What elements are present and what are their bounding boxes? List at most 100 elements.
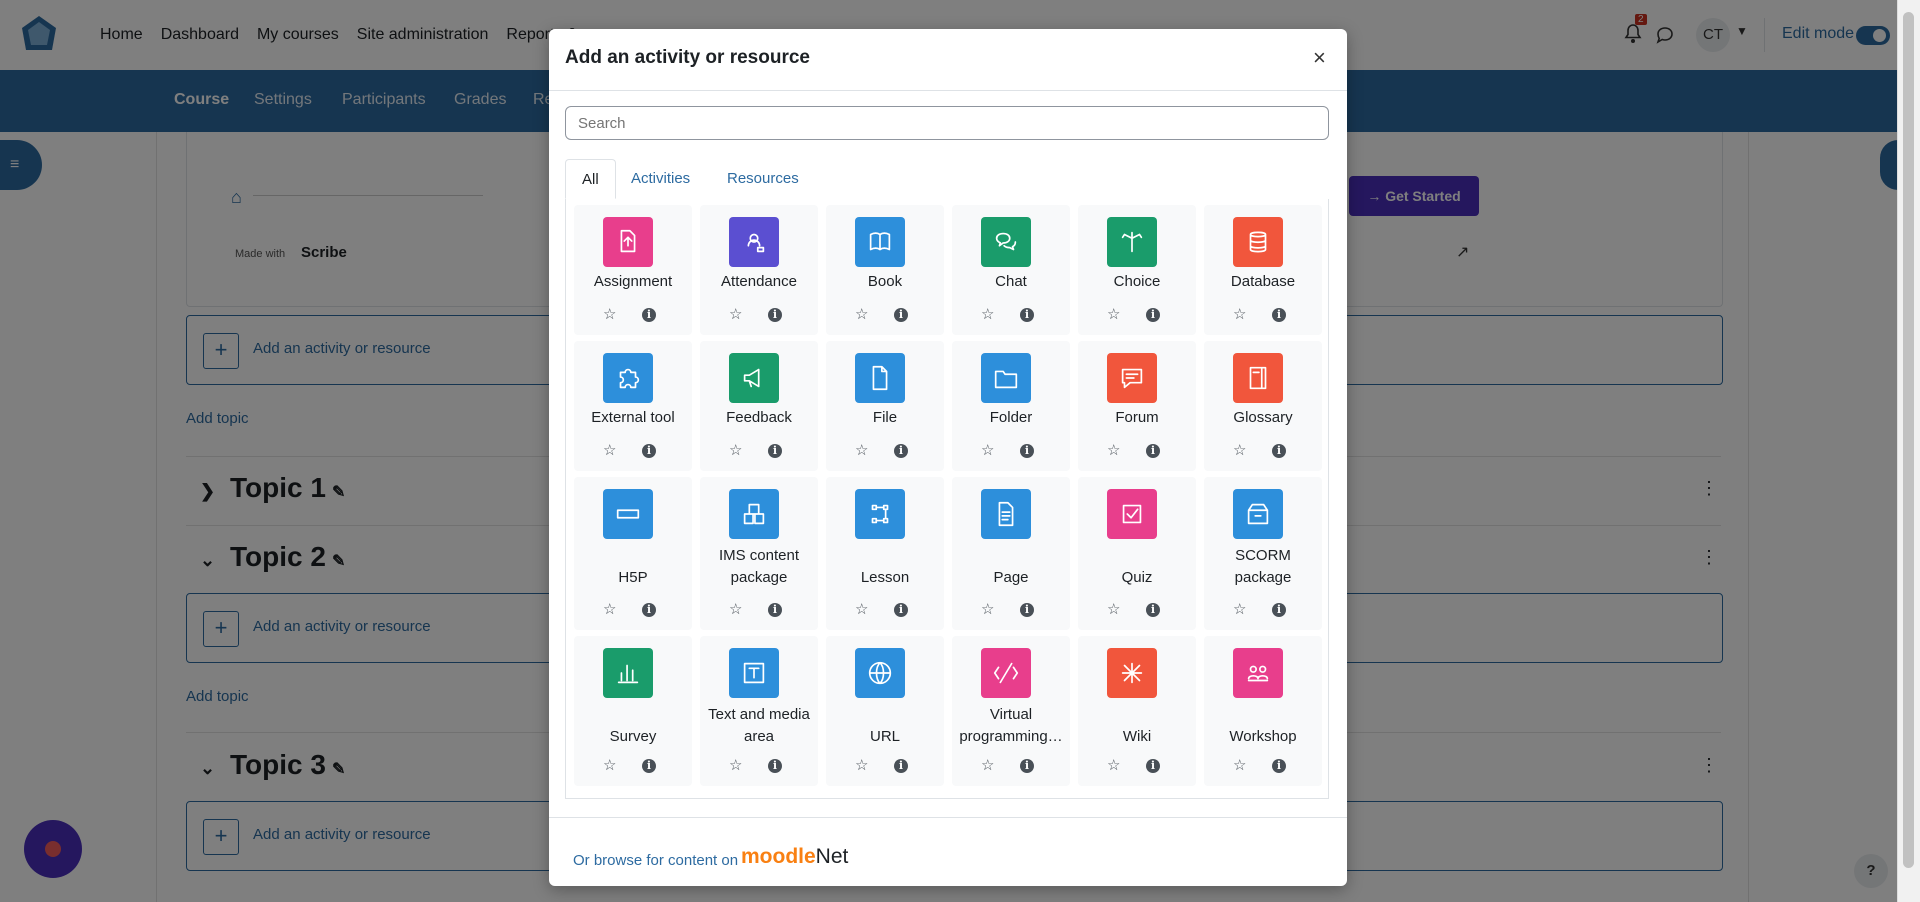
activity-name: External tool: [591, 409, 675, 426]
activity-card-workshop[interactable]: Workshop ☆ i: [1204, 636, 1322, 786]
activity-card-choice[interactable]: Choice ☆ i: [1078, 205, 1196, 335]
modal-footer: Or browse for content on moodleNet: [549, 817, 1347, 887]
activity-card-scorm-package[interactable]: SCORM package ☆ i: [1204, 477, 1322, 630]
activity-card-quiz[interactable]: Quiz ☆ i: [1078, 477, 1196, 630]
moodlenet-logo-net: Net: [815, 845, 849, 868]
ims-package-icon: [729, 489, 779, 539]
star-icon[interactable]: ☆: [1107, 600, 1120, 618]
star-icon[interactable]: ☆: [603, 600, 616, 618]
activity-card-h5p[interactable]: H5P ☆ i: [574, 477, 692, 630]
activity-name: Choice: [1113, 273, 1161, 290]
tab-resources[interactable]: Resources: [711, 159, 815, 199]
star-icon[interactable]: ☆: [981, 441, 994, 459]
feedback-icon: [729, 353, 779, 403]
info-icon[interactable]: i: [768, 444, 782, 458]
page-scrollbar[interactable]: [1897, 0, 1920, 902]
star-icon[interactable]: ☆: [729, 305, 742, 323]
activity-card-attendance[interactable]: Attendance ☆ i: [700, 205, 818, 335]
book-icon: [855, 217, 905, 267]
activity-card-chat[interactable]: Chat ☆ i: [952, 205, 1070, 335]
activity-card-external-tool[interactable]: External tool ☆ i: [574, 341, 692, 471]
info-icon[interactable]: i: [642, 759, 656, 773]
info-icon[interactable]: i: [894, 308, 908, 322]
folder-icon: [981, 353, 1031, 403]
info-icon[interactable]: i: [1146, 308, 1160, 322]
chat-icon: [981, 217, 1031, 267]
info-icon[interactable]: i: [642, 308, 656, 322]
scrollbar-thumb[interactable]: [1903, 12, 1914, 868]
activity-card-forum[interactable]: Forum ☆ i: [1078, 341, 1196, 471]
star-icon[interactable]: ☆: [855, 756, 868, 774]
activity-card-file[interactable]: File ☆ i: [826, 341, 944, 471]
info-icon[interactable]: i: [1146, 444, 1160, 458]
info-icon[interactable]: i: [1020, 308, 1034, 322]
activity-card-lesson[interactable]: Lesson ☆ i: [826, 477, 944, 630]
info-icon[interactable]: i: [894, 603, 908, 617]
text-media-icon: [729, 648, 779, 698]
star-icon[interactable]: ☆: [729, 600, 742, 618]
star-icon[interactable]: ☆: [981, 756, 994, 774]
attendance-icon: [729, 217, 779, 267]
activity-name: H5P: [618, 569, 648, 586]
activity-card-assignment[interactable]: Assignment ☆ i: [574, 205, 692, 335]
activity-name: Feedback: [726, 409, 792, 426]
info-icon[interactable]: i: [1272, 308, 1286, 322]
info-icon[interactable]: i: [1020, 759, 1034, 773]
activity-name: URL: [869, 728, 900, 745]
activity-card-ims-content-package[interactable]: IMS content package ☆ i: [700, 477, 818, 630]
star-icon[interactable]: ☆: [981, 600, 994, 618]
info-icon[interactable]: i: [1272, 444, 1286, 458]
activity-name: Glossary: [1233, 409, 1293, 426]
info-icon[interactable]: i: [768, 603, 782, 617]
activity-card-page[interactable]: Page ☆ i: [952, 477, 1070, 630]
moodlenet-logo[interactable]: moodleNet: [741, 845, 848, 869]
tab-activities[interactable]: Activities: [615, 159, 706, 199]
activity-card-text-and-media-area[interactable]: Text and media area ☆ i: [700, 636, 818, 786]
star-icon[interactable]: ☆: [729, 441, 742, 459]
activity-card-folder[interactable]: Folder ☆ i: [952, 341, 1070, 471]
info-icon[interactable]: i: [1020, 444, 1034, 458]
star-icon[interactable]: ☆: [1107, 756, 1120, 774]
info-icon[interactable]: i: [1146, 603, 1160, 617]
star-icon[interactable]: ☆: [1233, 441, 1246, 459]
activity-card-glossary[interactable]: Glossary ☆ i: [1204, 341, 1322, 471]
info-icon[interactable]: i: [1020, 603, 1034, 617]
close-icon[interactable]: ×: [1313, 45, 1326, 71]
info-icon[interactable]: i: [768, 308, 782, 322]
info-icon[interactable]: i: [894, 444, 908, 458]
activity-card-database[interactable]: Database ☆ i: [1204, 205, 1322, 335]
activity-name: Wiki: [1122, 728, 1152, 745]
browse-moodlenet-link[interactable]: Or browse for content on: [573, 852, 738, 869]
info-icon[interactable]: i: [642, 603, 656, 617]
activity-card-feedback[interactable]: Feedback ☆ i: [700, 341, 818, 471]
star-icon[interactable]: ☆: [603, 441, 616, 459]
tab-all[interactable]: All: [565, 159, 616, 199]
activity-card-wiki[interactable]: Wiki ☆ i: [1078, 636, 1196, 786]
info-icon[interactable]: i: [894, 759, 908, 773]
info-icon[interactable]: i: [1146, 759, 1160, 773]
star-icon[interactable]: ☆: [855, 305, 868, 323]
activity-card-virtual-programming[interactable]: Virtual programming… ☆ i: [952, 636, 1070, 786]
star-icon[interactable]: ☆: [603, 756, 616, 774]
info-icon[interactable]: i: [642, 444, 656, 458]
star-icon[interactable]: ☆: [729, 756, 742, 774]
star-icon[interactable]: ☆: [981, 305, 994, 323]
info-icon[interactable]: i: [1272, 603, 1286, 617]
star-icon[interactable]: ☆: [1233, 756, 1246, 774]
activity-card-survey[interactable]: Survey ☆ i: [574, 636, 692, 786]
activity-card-url[interactable]: URL ☆ i: [826, 636, 944, 786]
star-icon[interactable]: ☆: [1107, 441, 1120, 459]
search-input[interactable]: [565, 106, 1329, 140]
info-icon[interactable]: i: [1272, 759, 1286, 773]
info-icon[interactable]: i: [768, 759, 782, 773]
activity-card-book[interactable]: Book ☆ i: [826, 205, 944, 335]
star-icon[interactable]: ☆: [1107, 305, 1120, 323]
star-icon[interactable]: ☆: [855, 600, 868, 618]
activity-chooser-modal: Add an activity or resource × All Activi…: [549, 29, 1347, 886]
star-icon[interactable]: ☆: [1233, 600, 1246, 618]
star-icon[interactable]: ☆: [1233, 305, 1246, 323]
star-icon[interactable]: ☆: [855, 441, 868, 459]
star-icon[interactable]: ☆: [603, 305, 616, 323]
moodlenet-logo-moodle: moodle: [741, 845, 816, 868]
modal-header: Add an activity or resource ×: [549, 29, 1347, 91]
